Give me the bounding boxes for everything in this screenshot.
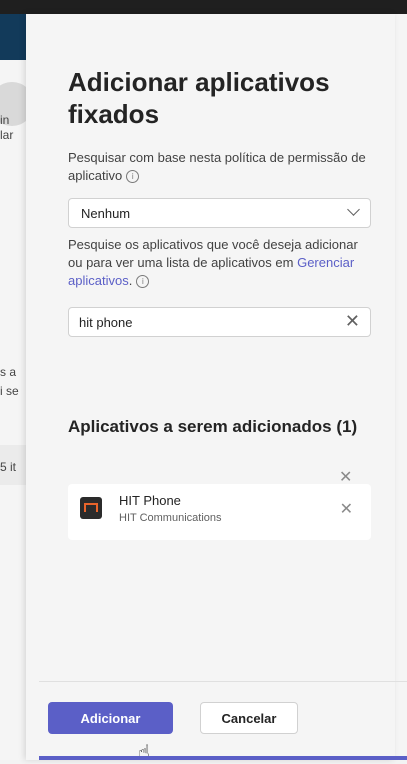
- panel-title: Adicionar aplicativos fixados: [68, 67, 330, 129]
- search-input[interactable]: [79, 313, 329, 331]
- cancel-button[interactable]: Cancelar: [200, 702, 298, 734]
- hand-cursor-icon: ☝: [138, 740, 151, 764]
- background-text: i se: [0, 384, 19, 398]
- add-button[interactable]: Adicionar: [48, 702, 173, 734]
- remove-app-icon[interactable]: ✕: [340, 499, 353, 518]
- footer-divider: [39, 681, 407, 682]
- background-text: in: [0, 113, 10, 127]
- search-help-suffix: .: [128, 273, 133, 288]
- background-top-bar: [0, 0, 407, 14]
- app-name: HIT Phone: [119, 493, 181, 508]
- app-list-item: HIT Phone HIT Communications ✕: [68, 484, 371, 540]
- policy-select-value: Nenhum: [81, 206, 131, 221]
- apps-to-add-title: Aplicativos a serem adicionados (1): [68, 417, 358, 436]
- background-text: s a: [0, 365, 17, 379]
- info-icon[interactable]: i: [126, 170, 140, 184]
- background-text: lar: [0, 128, 14, 142]
- clear-search-icon[interactable]: ✕: [345, 312, 360, 332]
- background-text: 5 it: [0, 460, 17, 474]
- bottom-accent-bar: [39, 756, 407, 760]
- hit-phone-logo-icon: [80, 497, 102, 519]
- chevron-down-icon: [347, 203, 360, 216]
- policy-select[interactable]: Nenhum: [68, 198, 371, 228]
- policy-label: Pesquisar com base nesta política de per…: [68, 149, 373, 185]
- search-help-text: Pesquise os aplicativos que você deseja …: [68, 236, 373, 290]
- info-icon[interactable]: i: [136, 275, 150, 289]
- policy-label-text: Pesquisar com base nesta política de per…: [68, 150, 366, 183]
- app-company: HIT Communications: [119, 512, 222, 524]
- add-pinned-apps-panel: Adicionar aplicativos fixados Pesquisar …: [26, 14, 407, 764]
- search-field[interactable]: ✕: [68, 307, 371, 337]
